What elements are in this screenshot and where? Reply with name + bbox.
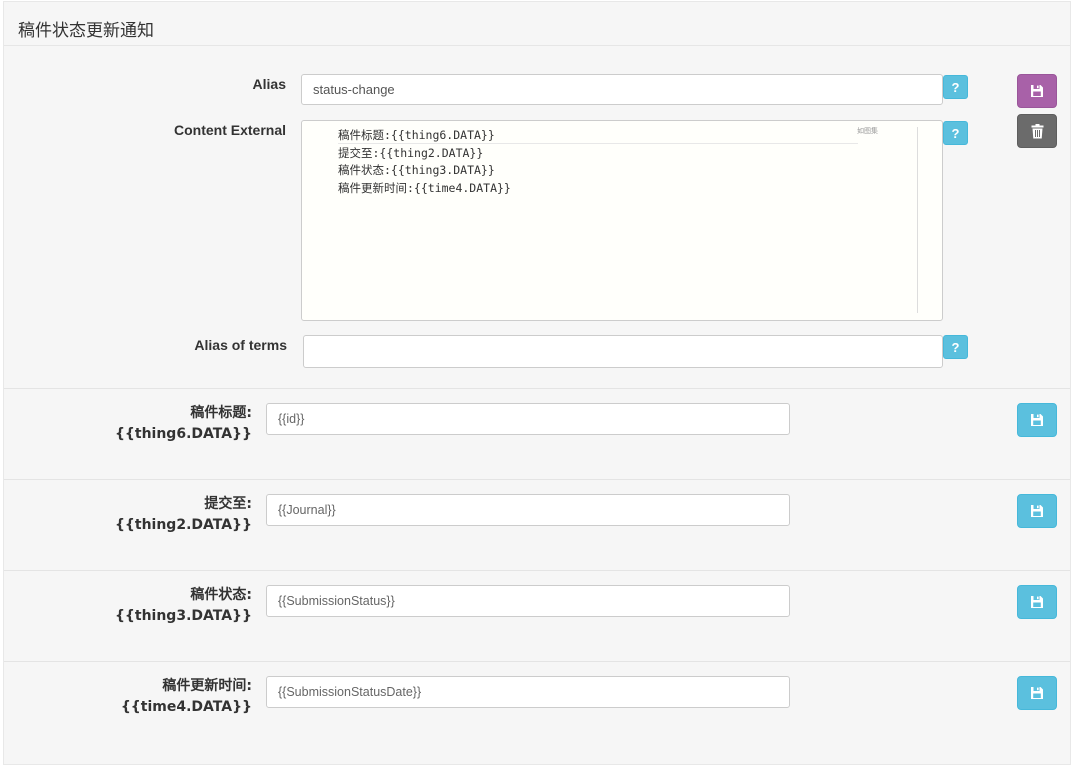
field-input-thing6[interactable]: {{id}}: [266, 403, 790, 435]
alias-label: Alias: [252, 76, 286, 92]
trash-icon: [1031, 123, 1043, 138]
editor-minimap: 如图集: [857, 128, 878, 135]
save-button[interactable]: [1017, 74, 1057, 108]
floppy-disk-icon: [1031, 85, 1043, 97]
alias-of-terms-input[interactable]: [303, 335, 943, 368]
field-input-time4[interactable]: {{SubmissionStatusDate}}: [266, 676, 790, 708]
question-mark-icon: ?: [951, 340, 960, 355]
divider: [4, 388, 1070, 389]
question-mark-icon: ?: [951, 80, 960, 95]
question-mark-icon: ?: [951, 126, 960, 141]
field-label-line: 稿件状态:: [190, 587, 252, 603]
panel-title: 稿件状态更新通知: [18, 21, 154, 41]
divider: [4, 479, 1070, 480]
content-external-help-button[interactable]: ?: [943, 121, 968, 145]
editor-line: 提交至:{{thing2.DATA}}: [338, 145, 484, 160]
editor-line: 稿件状态:{{thing3.DATA}}: [338, 163, 495, 177]
editor-line: 稿件更新时间:{{time4.DATA}}: [338, 180, 511, 195]
panel-heading: 稿件状态更新通知: [4, 2, 1070, 46]
field-label-line: 稿件标题:: [190, 405, 252, 421]
save-field-button[interactable]: [1017, 494, 1057, 528]
field-label-line: 稿件更新时间:: [162, 678, 252, 694]
content-external-label: Content External: [173, 122, 286, 138]
alias-help-button[interactable]: ?: [943, 75, 968, 99]
save-field-button[interactable]: [1017, 403, 1057, 437]
editor-line: 稿件标题:{{thing6.DATA}}: [338, 128, 495, 142]
delete-button[interactable]: [1017, 114, 1057, 148]
editor-scrollbar[interactable]: [917, 127, 918, 313]
field-label-line: 提交至:: [204, 496, 252, 512]
floppy-disk-icon: [1031, 596, 1043, 608]
floppy-disk-icon: [1031, 687, 1043, 699]
template-panel: 稿件状态更新通知 Alias status-change ? Content E…: [3, 1, 1071, 765]
content-external-editor[interactable]: 稿件标题:{{thing6.DATA}} 提交至:{{thing2.DATA}} 稿…: [301, 120, 943, 321]
alias-of-terms-label: Alias of terms: [194, 337, 287, 353]
field-label-key: {{time4.DATA}}: [120, 699, 252, 715]
field-input-thing3[interactable]: {{SubmissionStatus}}: [266, 585, 790, 617]
field-label-key: {{thing3.DATA}}: [114, 608, 252, 624]
field-label-key: {{thing2.DATA}}: [114, 517, 252, 533]
floppy-disk-icon: [1031, 505, 1043, 517]
field-label-time4: 稿件更新时间: {{time4.DATA}}: [121, 676, 252, 718]
field-label-thing6: 稿件标题: {{thing6.DATA}}: [115, 403, 252, 445]
save-field-button[interactable]: [1017, 676, 1057, 710]
divider: [4, 661, 1070, 662]
field-label-thing3: 稿件状态: {{thing3.DATA}}: [115, 585, 252, 627]
alias-of-terms-help-button[interactable]: ?: [943, 335, 968, 359]
floppy-disk-icon: [1031, 414, 1043, 426]
alias-input[interactable]: status-change: [301, 74, 943, 105]
field-input-thing2[interactable]: {{Journal}}: [266, 494, 790, 526]
field-label-thing2: 提交至: {{thing2.DATA}}: [115, 494, 252, 536]
divider: [4, 570, 1070, 571]
editor-content: 稿件标题:{{thing6.DATA}} 提交至:{{thing2.DATA}} 稿…: [338, 127, 511, 197]
field-label-key: {{thing6.DATA}}: [114, 426, 252, 442]
save-field-button[interactable]: [1017, 585, 1057, 619]
